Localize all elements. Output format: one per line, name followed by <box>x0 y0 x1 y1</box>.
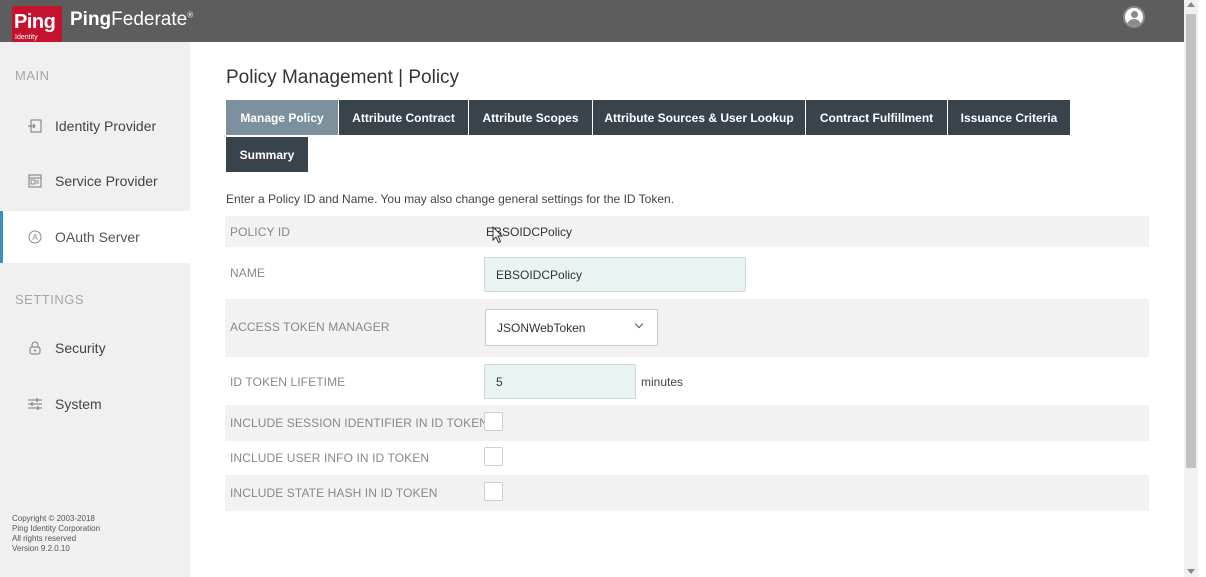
sidebar-section-settings: SETTINGS <box>15 292 85 307</box>
tab-manage-policy[interactable]: Manage Policy <box>226 100 339 135</box>
id-token-lifetime-input[interactable]: 5 <box>484 364 636 399</box>
access-token-manager-selected: JSONWebToken <box>497 320 586 335</box>
name-row: NAME EBSOIDCPolicy <box>225 249 1149 297</box>
access-token-manager-row: ACCESS TOKEN MANAGER JSONWebToken <box>225 299 1149 357</box>
sidebar-item-label: System <box>55 396 102 412</box>
sidebar-item-label: Identity Provider <box>55 118 157 134</box>
copyright-line: All rights reserved <box>12 534 77 543</box>
name-input[interactable]: EBSOIDCPolicy <box>484 257 746 292</box>
tab-attribute-sources-user-lookup[interactable]: Attribute Sources & User Lookup <box>593 100 806 135</box>
id-token-lifetime-units: minutes <box>641 375 684 389</box>
copyright-notice: Copyright © 2003-2018 Ping Identity Corp… <box>12 514 100 554</box>
tab-attribute-scopes[interactable]: Attribute Scopes <box>469 100 593 135</box>
sidebar-item-system[interactable]: System <box>0 378 190 430</box>
sidebar-section-main: MAIN <box>15 68 50 83</box>
sidebar-item-identity-provider[interactable]: Identity Provider <box>0 100 190 152</box>
lock-icon <box>28 341 42 355</box>
logo-text: Ping <box>14 11 56 33</box>
access-token-manager-label: ACCESS TOKEN MANAGER <box>230 320 390 334</box>
tab-attribute-contract[interactable]: Attribute Contract <box>339 100 469 135</box>
copyright-line: Copyright © 2003-2018 <box>12 514 95 523</box>
tab-summary[interactable]: Summary <box>226 137 309 172</box>
include-user-info-label: INCLUDE USER INFO IN ID TOKEN <box>230 451 430 465</box>
name-label: NAME <box>230 266 266 280</box>
tab-contract-fulfillment[interactable]: Contract Fulfillment <box>806 100 948 135</box>
svg-text:A: A <box>32 233 38 242</box>
page-title: Policy Management | Policy <box>226 67 460 88</box>
identity-provider-icon <box>28 119 42 133</box>
user-avatar-icon[interactable] <box>1123 6 1145 28</box>
version-line: Version 9.2.0.10 <box>12 544 70 553</box>
include-user-info-row: INCLUDE USER INFO IN ID TOKEN <box>225 441 1149 475</box>
scroll-down-arrow-icon[interactable] <box>1187 569 1195 574</box>
access-token-manager-select[interactable]: JSONWebToken <box>485 309 658 346</box>
product-name: PingFederate® <box>70 9 193 31</box>
sliders-icon <box>28 397 42 411</box>
sidebar-item-label: Service Provider <box>55 173 158 189</box>
service-provider-icon <box>28 174 42 188</box>
oauth-server-icon: A <box>28 230 42 244</box>
copyright-line: Ping Identity Corporation <box>12 524 101 533</box>
sidebar-item-label: OAuth Server <box>55 229 140 245</box>
sidebar-item-service-provider[interactable]: Service Provider <box>0 155 190 207</box>
scroll-up-arrow-icon[interactable] <box>1187 2 1195 7</box>
product-name-bold: Ping <box>70 9 112 30</box>
product-name-light: Federate <box>111 9 188 30</box>
include-state-hash-label: INCLUDE STATE HASH IN ID TOKEN <box>230 486 438 500</box>
id-token-lifetime-label: ID TOKEN LIFETIME <box>230 375 346 389</box>
mouse-cursor-icon <box>492 226 504 244</box>
scroll-thumb[interactable] <box>1186 14 1196 468</box>
include-state-hash-row: INCLUDE STATE HASH IN ID TOKEN <box>225 475 1149 511</box>
ping-identity-logo[interactable]: Ping Identity <box>12 6 62 43</box>
policy-id-label: POLICY ID <box>230 225 291 239</box>
sidebar: MAIN Identity Provider Service Provider … <box>0 42 190 577</box>
top-bar: Ping Identity PingFederate® <box>0 0 1184 43</box>
sidebar-item-security[interactable]: Security <box>0 322 190 374</box>
include-user-info-checkbox[interactable] <box>484 447 503 466</box>
sidebar-item-oauth-server[interactable]: A OAuth Server <box>0 211 190 263</box>
chevron-down-icon <box>634 319 644 329</box>
page-scrollbar[interactable] <box>1184 0 1198 577</box>
include-state-hash-checkbox[interactable] <box>484 482 503 501</box>
policy-id-row: POLICY ID EBSOIDCPolicy <box>225 216 1149 247</box>
registered-mark: ® <box>187 10 194 20</box>
instructions-text: Enter a Policy ID and Name. You may also… <box>226 192 675 206</box>
include-session-row: INCLUDE SESSION IDENTIFIER IN ID TOKEN <box>225 405 1149 441</box>
tab-issuance-criteria[interactable]: Issuance Criteria <box>948 100 1071 135</box>
id-token-lifetime-row: ID TOKEN LIFETIME 5 minutes <box>225 359 1149 405</box>
include-session-checkbox[interactable] <box>484 412 503 431</box>
sidebar-item-label: Security <box>55 340 106 356</box>
logo-subtext: Identity <box>15 34 38 41</box>
include-session-label: INCLUDE SESSION IDENTIFIER IN ID TOKEN <box>230 416 489 430</box>
